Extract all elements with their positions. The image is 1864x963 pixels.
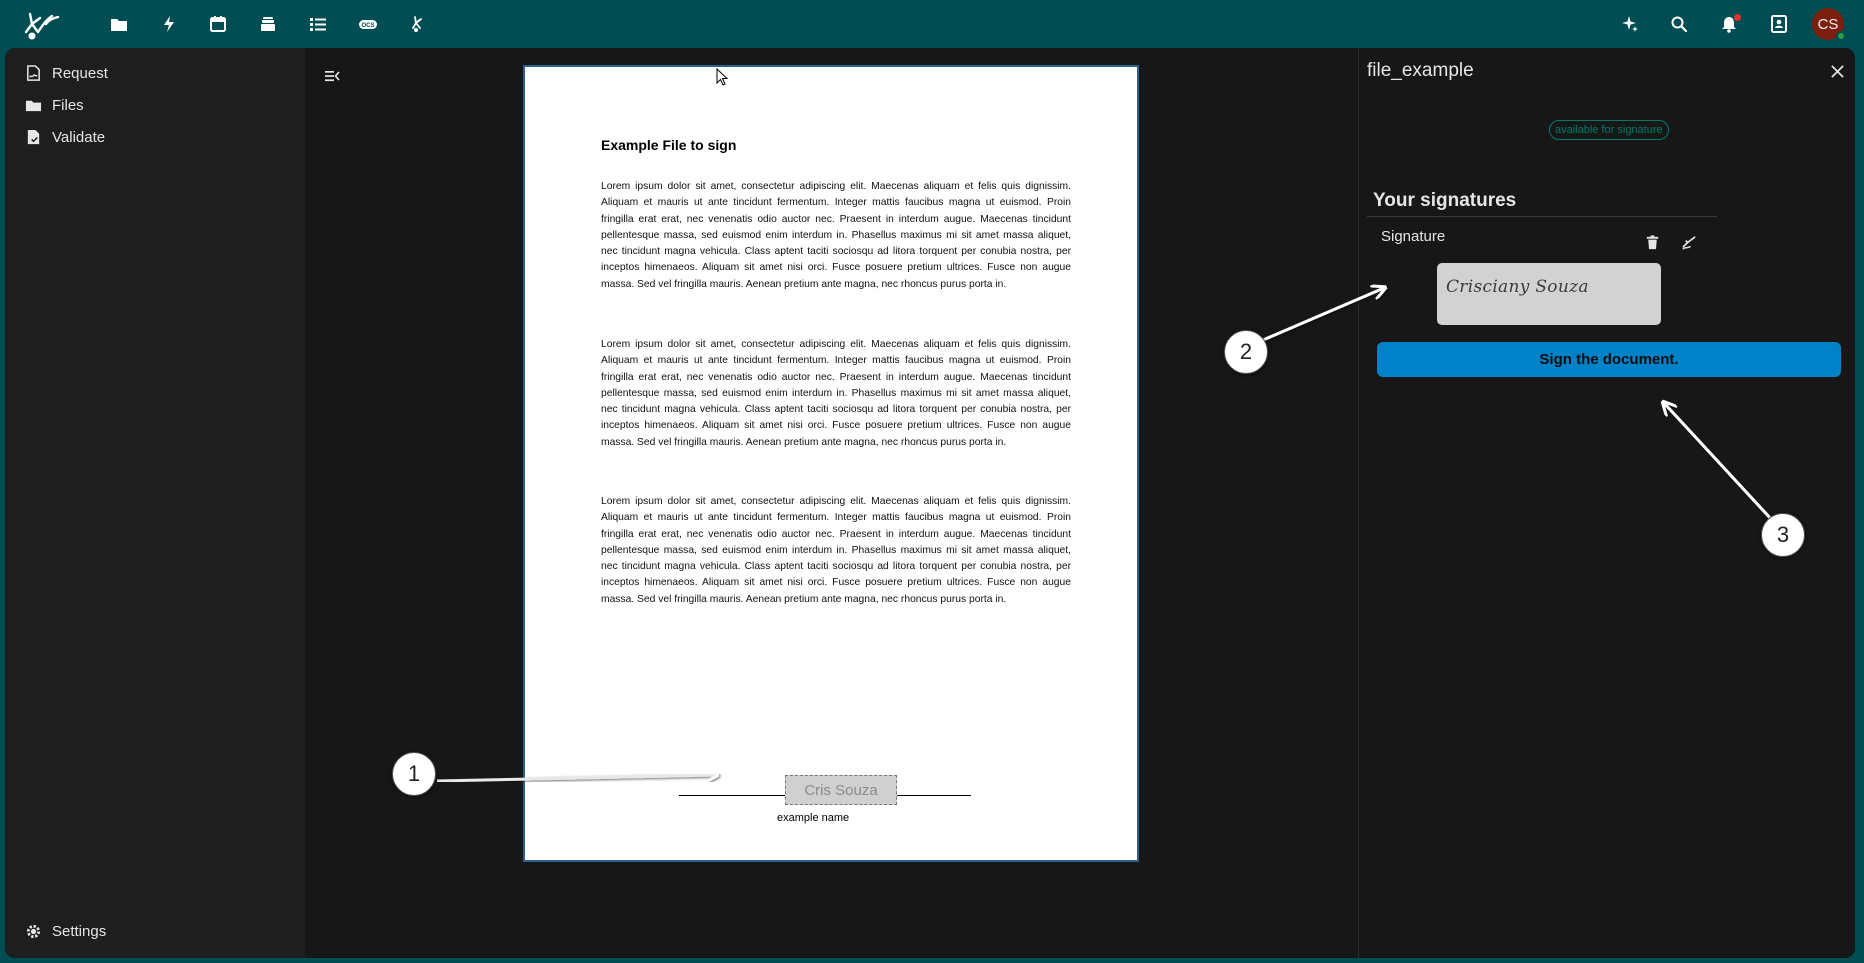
annotation-callout-3: 3 [1761,513,1805,557]
sidebar-file-name: file_example [1367,60,1474,81]
signature-caption: example name [777,812,850,824]
sign-document-button[interactable]: Sign the document. [1377,342,1841,377]
signature-placeholder-box[interactable]: Cris Souza [785,775,897,805]
signature-preview-text: Crisciany Souza [1446,277,1589,297]
delete-signature-button[interactable] [1640,230,1664,254]
libresign-app-icon[interactable] [404,10,432,38]
calendar-app-icon[interactable] [204,10,232,38]
nav-item-label: Request [52,64,108,82]
online-status-indicator [1836,31,1846,41]
signature-label: Signature [1381,228,1446,245]
annotation-callout-1: 1 [392,752,436,796]
tasks-app-icon[interactable] [304,10,332,38]
nav-item-label: Validate [52,128,106,146]
file-check-icon [27,129,40,144]
search-icon[interactable] [1665,10,1693,38]
document-paragraph: Lorem ipsum dolor sit amet, consectetur … [601,339,1071,448]
file-sign-icon [27,64,40,81]
draw-signature-icon [1681,235,1696,250]
details-sidebar: file_example available for signature You… [1358,48,1855,958]
close-sidebar-button[interactable] [1826,60,1848,82]
mouse-cursor-icon [716,68,729,86]
assistant-sparkle-icon[interactable] [1616,10,1644,38]
annotation-callout-2: 2 [1224,330,1268,374]
document-title: Example File to sign [601,137,737,153]
ocs-app-icon[interactable]: OCS [354,10,382,38]
app-navigation: Request Files Validate Settings [5,48,305,958]
document-page: Example File to sign Lorem ipsum dolor s… [523,65,1139,862]
deck-app-icon[interactable] [254,10,282,38]
files-app-icon[interactable] [105,10,133,38]
divider [1367,216,1717,217]
contacts-icon[interactable] [1765,10,1793,38]
notification-badge [1734,14,1741,21]
settings-button[interactable]: Settings [15,914,295,948]
nav-item-request[interactable]: Request [15,56,295,90]
nextcloud-logo-icon[interactable] [18,2,64,44]
document-paragraph: Lorem ipsum dolor sit amet, consectetur … [601,496,1071,605]
gear-icon [26,924,41,938]
settings-label: Settings [52,922,107,940]
nav-item-validate[interactable]: Validate [15,120,295,154]
draw-signature-button[interactable] [1677,230,1701,254]
nav-item-label: Files [52,96,84,114]
activity-app-icon[interactable] [155,10,183,38]
top-bar: OCS CS [0,0,1864,48]
close-icon [1830,64,1844,78]
main-container: Request Files Validate Settings Example … [5,48,1855,958]
trash-icon [1646,234,1658,249]
menu-open-icon [325,71,340,82]
signature-preview[interactable]: Crisciany Souza [1437,263,1661,325]
svg-text:OCS: OCS [361,23,374,29]
document-paragraph: Lorem ipsum dolor sit amet, consectetur … [601,181,1071,290]
signatures-heading: Your signatures [1373,190,1517,211]
status-badge: available for signature [1549,120,1669,140]
nav-item-files[interactable]: Files [15,88,295,122]
toggle-navigation-button[interactable] [320,64,344,88]
folder-icon [25,100,42,111]
